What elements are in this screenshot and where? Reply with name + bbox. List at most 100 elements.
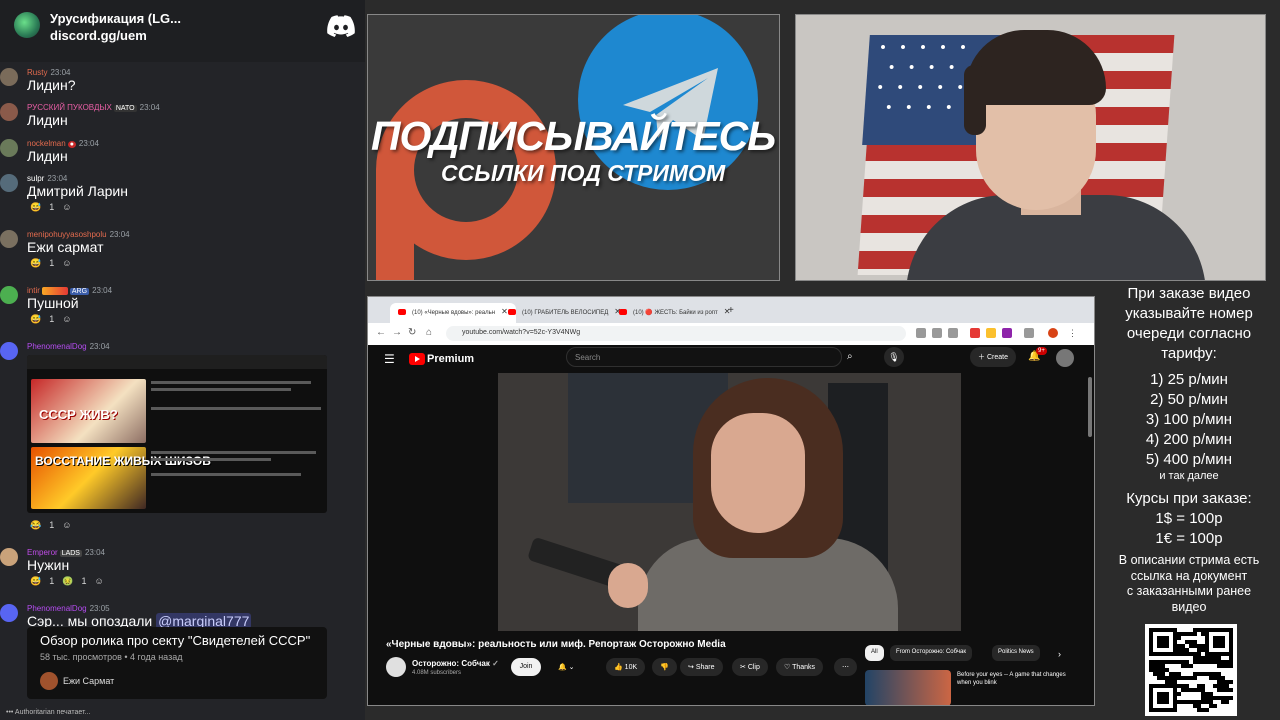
username: PhenomenalDog	[27, 604, 87, 613]
zoom-icon[interactable]	[916, 328, 926, 338]
screenshot-text-line	[151, 407, 321, 410]
extension-icon[interactable]	[970, 328, 980, 338]
share-button[interactable]: ↪ Share	[680, 658, 723, 676]
chip-from-channel[interactable]: From Осторожно: Собчак	[890, 645, 972, 661]
order-line: тарифу:	[1161, 345, 1217, 362]
channel-avatar[interactable]	[386, 657, 406, 677]
nato-badge: NATO	[113, 105, 137, 112]
extensions-puzzle-icon[interactable]	[1024, 328, 1034, 338]
menu-kebab-icon[interactable]: ⋮	[1068, 328, 1078, 338]
flag-star	[958, 85, 963, 89]
message-text: Пушной	[27, 295, 79, 311]
like-button[interactable]: 👍 10K	[606, 658, 646, 676]
reactions[interactable]: 😂 1 ☺	[30, 520, 79, 531]
reaction-count: 1	[81, 576, 87, 586]
reaction-emoji-icon[interactable]: 😅	[30, 258, 41, 268]
account-avatar[interactable]	[1056, 349, 1074, 367]
add-reaction-icon[interactable]: ☺	[94, 576, 103, 586]
youtube-premium-label[interactable]: Premium	[427, 353, 474, 365]
add-reaction-icon[interactable]: ☺	[62, 520, 71, 530]
hamburger-menu-icon[interactable]: ☰	[384, 352, 395, 366]
dislike-button[interactable]: 👎	[652, 658, 677, 676]
avatar	[0, 68, 18, 86]
username: menipohuyyasoshpolu	[27, 230, 107, 239]
description-line: В описании стрима есть	[1118, 553, 1260, 567]
server-invite-link[interactable]: discord.gg/uem	[50, 28, 147, 43]
flag-star	[926, 105, 931, 109]
reaction-emoji-icon[interactable]: 😂	[30, 520, 41, 530]
chevron-down-icon: ⌄	[568, 664, 575, 671]
reactions[interactable]: 😅 1 ☺	[30, 258, 79, 269]
timestamp: 23:04	[47, 174, 68, 183]
forward-icon[interactable]: →	[392, 327, 402, 338]
embed-title[interactable]: Обзор ролика про секту "Свидетелей СССР"	[40, 633, 310, 648]
attached-screenshot[interactable]: СССР ЖИВ? ВОССТАНИЕ ЖИВЫХ ШИЗОВ	[27, 355, 327, 513]
flag-star	[886, 105, 891, 109]
microphone-icon[interactable]: 🎙	[884, 347, 904, 367]
cast-icon[interactable]	[932, 328, 942, 338]
flag-star	[960, 45, 966, 49]
create-button[interactable]: ＋ Create	[970, 347, 1016, 367]
share-icon: ↪	[688, 664, 696, 671]
chevron-right-icon[interactable]: ›	[1052, 645, 1067, 661]
bell-icon: 🔔	[558, 664, 567, 671]
new-tab-icon[interactable]: +	[728, 305, 734, 316]
flag-star	[878, 85, 883, 89]
flag-star	[929, 65, 934, 69]
discord-logo-icon	[327, 15, 355, 37]
video-player[interactable]	[498, 373, 961, 631]
browser-tab-2[interactable]: (10) ГРАБИТЕЛЬ ВЕЛОСИПЕД ✕	[500, 303, 629, 323]
flag-star	[920, 45, 926, 49]
discord-chat-panel: Урусификация (LG... discord.gg/uem Rusty…	[0, 0, 365, 720]
reaction-emoji-icon[interactable]: 🤢	[62, 576, 73, 586]
reaction-count: 1	[49, 202, 55, 212]
browser-tab-3[interactable]: (10) 🔴 ЖЕСТЬ: Байки из ропт ✕	[611, 303, 739, 323]
page-scrollbar[interactable]	[1088, 377, 1092, 437]
bookmark-icon[interactable]	[948, 328, 958, 338]
youtube-embed-card[interactable]: Обзор ролика про секту "Свидетелей СССР"…	[27, 627, 327, 699]
youtube-favicon-icon	[398, 309, 406, 315]
join-button[interactable]: Join	[511, 658, 541, 676]
profile-icon[interactable]	[1048, 328, 1058, 338]
browser-tab-1[interactable]: (10) «Черные вдовы»: реальн ✕	[390, 303, 516, 323]
gradient-badge	[41, 286, 68, 295]
verified-check-icon: ✓	[492, 659, 499, 668]
discord-avatar-icon	[0, 342, 18, 360]
flag-star	[900, 45, 906, 49]
add-reaction-icon[interactable]: ☺	[62, 202, 71, 212]
message-text: Лидин	[27, 148, 68, 164]
youtube-search-input[interactable]: Search	[566, 347, 842, 367]
youtube-favicon-icon	[508, 309, 516, 315]
back-icon[interactable]: ←	[376, 327, 386, 338]
reaction-count: 1	[49, 258, 55, 268]
search-icon[interactable]: ⌕	[847, 351, 853, 362]
reaction-emoji-icon[interactable]: 😅	[30, 314, 41, 324]
reaction-emoji-icon[interactable]: 😅	[30, 202, 41, 212]
reactions[interactable]: 😅 1 ☺	[30, 314, 79, 325]
add-reaction-icon[interactable]: ☺	[62, 258, 71, 268]
home-icon[interactable]: ⌂	[426, 327, 432, 338]
more-actions-button[interactable]: ⋯	[834, 658, 857, 676]
add-reaction-icon[interactable]: ☺	[62, 314, 71, 324]
url-input[interactable]: youtube.com/watch?v=52c-Y3V4NWg	[446, 326, 906, 341]
reaction-emoji-icon[interactable]: 😅	[30, 576, 41, 586]
extension-icon[interactable]	[1002, 328, 1012, 338]
reactions[interactable]: 😅 1 🤢 1 ☺	[30, 576, 112, 587]
reactions[interactable]: 😅 1 ☺	[30, 202, 79, 213]
message-author: sulpr 23:04	[27, 174, 67, 183]
clip-button[interactable]: ✂ Clip	[732, 658, 768, 676]
recommended-title[interactable]: Before your eyes -- A game that changes …	[957, 671, 1067, 687]
thanks-button[interactable]: ♡ Thanks	[776, 658, 824, 676]
chip-politics-news[interactable]: Politics News	[992, 645, 1040, 661]
flag-star	[898, 85, 903, 89]
screenshot-text-line	[151, 388, 291, 391]
channel-name[interactable]: Осторожно: Собчак ✓	[412, 659, 499, 668]
extension-icon[interactable]	[986, 328, 996, 338]
tab-bar: (10) «Черные вдовы»: реальн ✕ (10) ГРАБИТ…	[368, 297, 1094, 323]
reload-icon[interactable]: ↻	[408, 327, 416, 338]
subscribed-bell-button[interactable]: 🔔 ⌄	[550, 658, 583, 676]
chip-all[interactable]: All	[865, 645, 884, 661]
timestamp: 23:05	[89, 604, 110, 613]
boosty-logo-stem	[376, 170, 414, 280]
recommended-thumbnail[interactable]	[865, 670, 951, 705]
